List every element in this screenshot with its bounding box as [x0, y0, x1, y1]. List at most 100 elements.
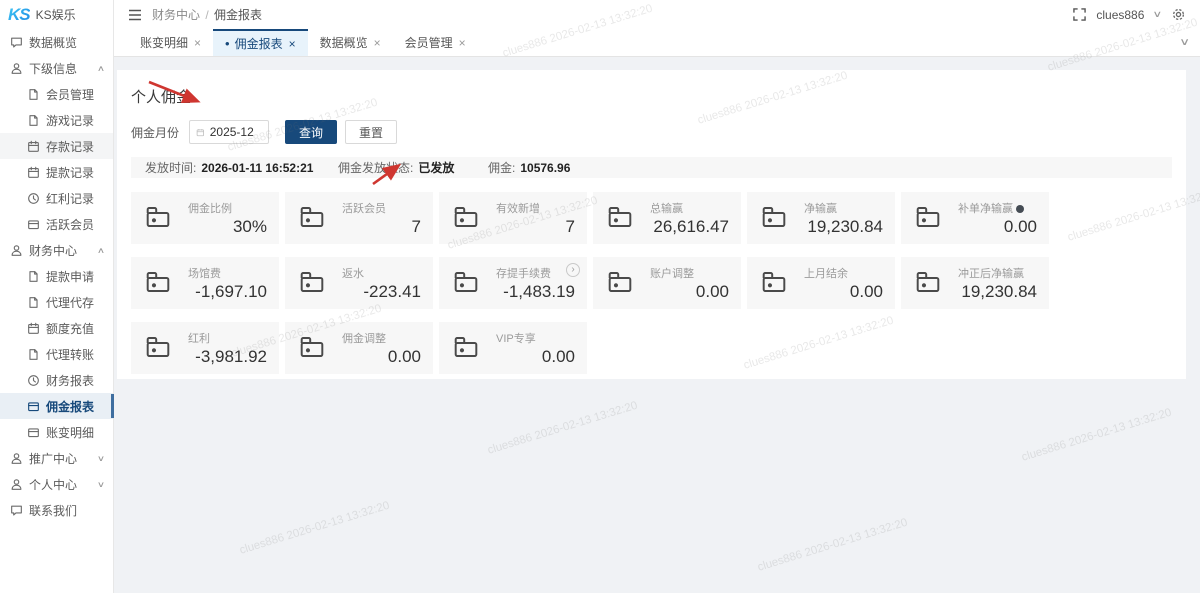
tab-1[interactable]: •佣金报表× [213, 29, 308, 56]
sidebar-item-label: 佣金报表 [46, 398, 94, 415]
folder-icon [451, 269, 481, 298]
stat-card-value: 7 [412, 217, 421, 237]
folder-icon [143, 269, 173, 298]
user-icon [10, 62, 23, 75]
sidebar-item-6[interactable]: 红利记录 [0, 185, 113, 211]
sidebar-item-14[interactable]: 佣金报表 [0, 393, 113, 419]
stat-card: 账户调整0.00 [593, 257, 741, 309]
stat-card-label: 总输赢 [650, 200, 683, 216]
tab-0[interactable]: 账变明细× [128, 29, 213, 56]
folder-icon [143, 204, 173, 233]
folder-icon [297, 334, 327, 363]
user-menu[interactable]: clues886 [1096, 8, 1144, 22]
expand-icon[interactable]: › [566, 263, 580, 277]
stat-card-label: 净输赢 [804, 200, 837, 216]
stat-card-label: 场馆费 [188, 265, 221, 281]
sidebar-item-13[interactable]: 财务报表 [0, 367, 113, 393]
month-input[interactable] [210, 125, 262, 139]
sidebar: KS KS娱乐 数据概览下级信息∧会员管理游戏记录存款记录提款记录红利记录活跃会… [0, 0, 114, 593]
folder-icon [297, 269, 327, 298]
stat-card-value: 0.00 [388, 347, 421, 367]
file-icon [27, 88, 40, 101]
stat-card: 返水-223.41 [285, 257, 433, 309]
close-icon[interactable]: × [374, 36, 381, 50]
breadcrumb: 财务中心 / 佣金报表 [152, 6, 262, 23]
sidebar-item-1[interactable]: 下级信息∧ [0, 55, 113, 81]
sidebar-item-7[interactable]: 活跃会员 [0, 211, 113, 237]
sidebar-item-17[interactable]: 个人中心 ∨ [0, 471, 113, 497]
stat-card-grid: 佣金比例30%活跃会员7有效新增7总输赢26,616.47净输赢19,230.8… [131, 192, 1172, 374]
sidebar-item-16[interactable]: 推广中心∨ [0, 445, 113, 471]
sidebar-item-18[interactable]: 联系我们 [0, 497, 113, 523]
chat-icon [10, 36, 23, 49]
active-tab-dot: • [225, 36, 230, 51]
reset-button[interactable]: 重置 [345, 120, 397, 144]
user-icon [10, 452, 23, 465]
month-picker[interactable] [189, 120, 269, 144]
payout-time-value: 2026-01-11 16:52:21 [201, 161, 313, 175]
close-icon[interactable]: × [194, 36, 201, 50]
sidebar-item-9[interactable]: 提款申请 [0, 263, 113, 289]
sidebar-item-15[interactable]: 账变明细 [0, 419, 113, 445]
stat-card-value: 30% [233, 217, 267, 237]
folder-icon [297, 204, 327, 233]
file-icon [27, 270, 40, 283]
user-icon [10, 478, 23, 491]
sidebar-item-5[interactable]: 提款记录 [0, 159, 113, 185]
close-icon[interactable]: × [459, 36, 466, 50]
sidebar-item-2[interactable]: 会员管理 [0, 81, 113, 107]
sidebar-item-label: 额度充值 [46, 320, 94, 337]
logo-icon: KS [8, 5, 30, 25]
sidebar-item-0[interactable]: 数据概览 [0, 29, 113, 55]
fullscreen-icon[interactable] [1073, 8, 1086, 21]
stat-card-value: 7 [566, 217, 575, 237]
commission-panel: 个人佣金 佣金月份 查询 重置 发放时间: 2026-01-11 16:52:2… [117, 70, 1186, 379]
tab-3[interactable]: 会员管理× [393, 29, 478, 56]
close-icon[interactable]: × [289, 37, 296, 51]
sidebar-item-label: 存款记录 [46, 138, 94, 155]
folder-icon [913, 204, 943, 233]
breadcrumb-separator: / [205, 8, 208, 22]
folder-icon [913, 269, 943, 298]
folder-icon [759, 204, 789, 233]
stat-card-label: 补单净输赢 [958, 200, 1024, 216]
menu-fold-icon[interactable] [128, 9, 142, 21]
info-icon[interactable] [1016, 205, 1024, 213]
sidebar-item-4[interactable]: 存款记录 [0, 133, 113, 159]
sidebar-item-11[interactable]: 额度充值 [0, 315, 113, 341]
search-button[interactable]: 查询 [285, 120, 337, 144]
tab-options-chevron-icon[interactable]: ∨ [1179, 37, 1190, 48]
tab-2[interactable]: 数据概览 × [308, 29, 393, 56]
sidebar-item-label: 提款申请 [46, 268, 94, 285]
stat-card-label: 冲正后净输赢 [958, 265, 1024, 281]
file-icon [27, 114, 40, 127]
stat-card-label: 活跃会员 [342, 200, 386, 216]
stat-card: 补单净输赢0.00 [901, 192, 1049, 244]
chevron-down-icon[interactable]: ∨ [1153, 9, 1163, 20]
sidebar-item-label: 个人中心 [29, 476, 77, 493]
stat-card-value: 0.00 [696, 282, 729, 302]
chevron-down-icon: ∨ [97, 480, 105, 489]
sidebar-item-3[interactable]: 游戏记录 [0, 107, 113, 133]
stat-card-label: 存提手续费 [496, 265, 551, 281]
payout-status-label: 佣金发放状态: [338, 159, 413, 176]
sidebar-item-8[interactable]: 财务中心∧ [0, 237, 113, 263]
sidebar-item-label: 代理转账 [46, 346, 94, 363]
breadcrumb-root[interactable]: 财务中心 [152, 8, 200, 22]
month-filter-label: 佣金月份 [131, 124, 179, 141]
user-icon [10, 244, 23, 257]
sidebar-item-12[interactable]: 代理转账 [0, 341, 113, 367]
logo[interactable]: KS KS娱乐 [0, 0, 113, 29]
sidebar-menu: 数据概览下级信息∧会员管理游戏记录存款记录提款记录红利记录活跃会员财务中心∧ 提款… [0, 29, 113, 523]
topbar: 财务中心 / 佣金报表 clues886 ∨ [114, 0, 1200, 29]
stat-card-value: -223.41 [363, 282, 421, 302]
stat-card-label: 佣金比例 [188, 200, 232, 216]
sidebar-item-10[interactable]: 代理代存 [0, 289, 113, 315]
payout-time-label: 发放时间: [145, 159, 196, 176]
stat-card-label: 账户调整 [650, 265, 694, 281]
stat-card-label: 有效新增 [496, 200, 540, 216]
sidebar-item-label: 财务报表 [46, 372, 94, 389]
gear-icon[interactable] [1171, 7, 1186, 22]
tab-label: 数据概览 [320, 34, 368, 51]
stat-card-value: -3,981.92 [195, 347, 267, 367]
